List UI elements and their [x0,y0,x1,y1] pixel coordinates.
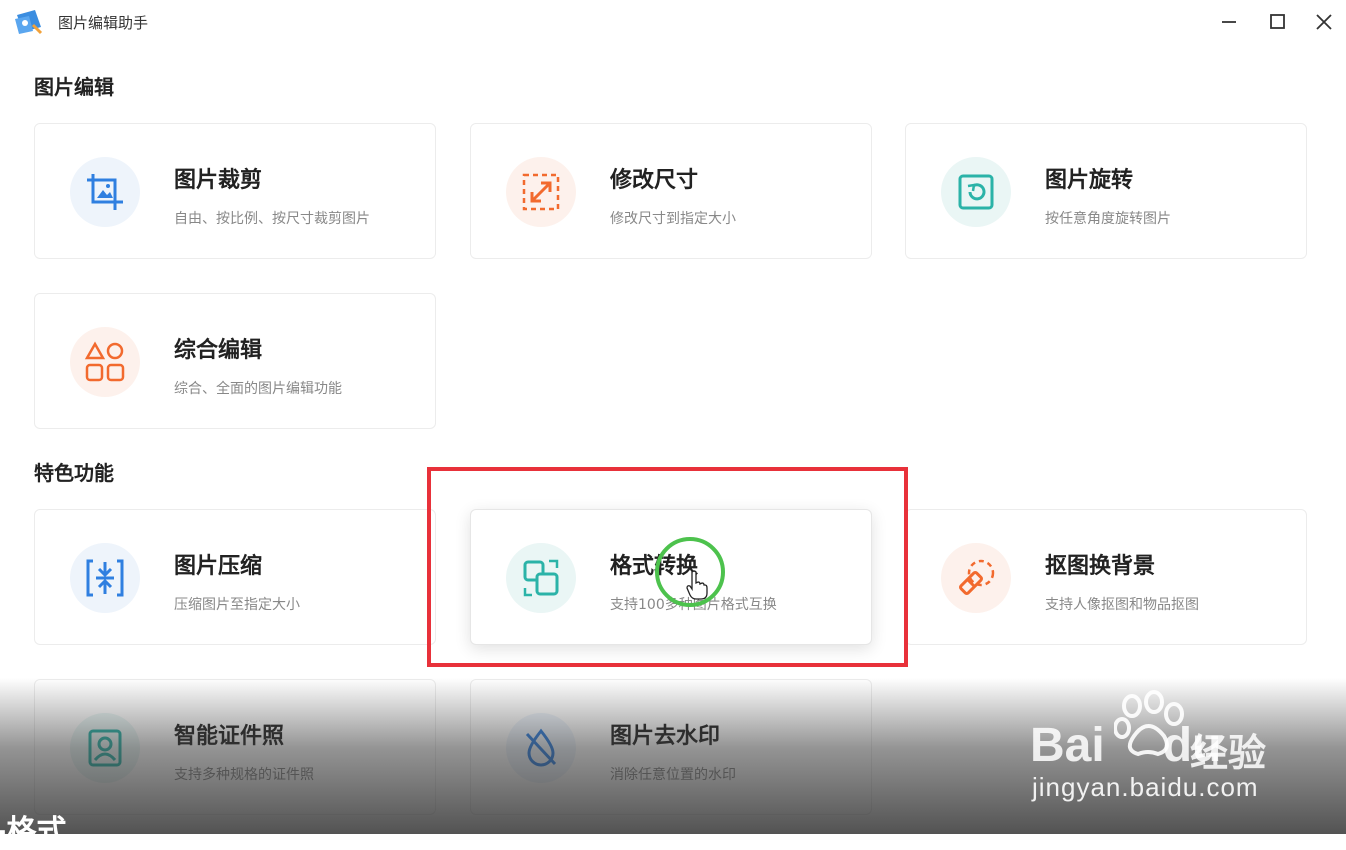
card-title: 图片裁剪 [174,168,263,193]
water-drop-icon [506,713,576,783]
card-convert[interactable]: 格式转换 支持100多种图片格式互换 [470,509,872,645]
card-cutout[interactable]: 抠图换背景 支持人像抠图和物品抠图 [905,509,1307,645]
title-bar: 图片编辑助手 [0,0,1346,44]
card-title: 图片旋转 [1045,168,1134,193]
crop-icon [70,157,140,227]
card-compress[interactable]: 图片压缩 压缩图片至指定大小 [34,509,436,645]
card-dewater[interactable]: 图片去水印 消除任意位置的水印 [470,679,872,815]
app-title: 图片编辑助手 [58,14,149,32]
paw-icon [1114,690,1184,757]
minimize-icon [1222,21,1236,23]
card-idphoto[interactable]: 智能证件照 支持多种规格的证件照 [34,679,436,815]
card-resize[interactable]: 修改尺寸 修改尺寸到指定大小 [470,123,872,259]
card-desc: 压缩图片至指定大小 [174,597,300,613]
card-desc: 自由、按比例、按尺寸裁剪图片 [174,211,370,227]
card-desc: 修改尺寸到指定大小 [610,211,736,227]
card-title: 图片去水印 [610,724,721,749]
close-icon [1316,14,1332,30]
watermark-brand: Bai du [1030,719,1222,772]
watermark-url: jingyan.baidu.com [1032,772,1259,802]
card-desc: 综合、全面的图片编辑功能 [174,381,342,397]
card-desc: 支持人像抠图和物品抠图 [1045,597,1199,613]
section-title-edit: 图片编辑 [34,75,114,99]
rotate-icon [941,157,1011,227]
card-desc: 按任意角度旋转图片 [1045,211,1171,227]
cutout-icon [941,543,1011,613]
maximize-button[interactable] [1263,8,1291,36]
compress-icon [70,543,140,613]
maximize-icon [1270,14,1285,29]
app-logo-icon [13,7,45,37]
card-title: 智能证件照 [174,724,285,749]
card-title: 抠图换背景 [1045,554,1156,579]
card-compose[interactable]: 综合编辑 综合、全面的图片编辑功能 [34,293,436,429]
section-title-feature: 特色功能 [34,461,114,485]
card-desc: 支持多种规格的证件照 [174,767,314,783]
card-title: 图片压缩 [174,554,263,579]
baidu-watermark: Bai du 经验 jingyan.baidu.com [1030,688,1330,808]
resize-icon [506,157,576,227]
subtitle-caption: -格式 [0,814,67,849]
card-title: 综合编辑 [174,338,263,363]
id-photo-icon [70,713,140,783]
card-desc: 消除任意位置的水印 [610,767,736,783]
minimize-button[interactable] [1215,8,1243,36]
close-button[interactable] [1310,8,1338,36]
card-desc: 支持100多种图片格式互换 [610,597,777,613]
card-title: 修改尺寸 [610,168,699,193]
convert-icon [506,543,576,613]
shapes-icon [70,327,140,397]
card-rotate[interactable]: 图片旋转 按任意角度旋转图片 [905,123,1307,259]
watermark-jingyan: 经验 [1190,731,1267,775]
card-title: 格式转换 [610,554,699,579]
card-crop[interactable]: 图片裁剪 自由、按比例、按尺寸裁剪图片 [34,123,436,259]
